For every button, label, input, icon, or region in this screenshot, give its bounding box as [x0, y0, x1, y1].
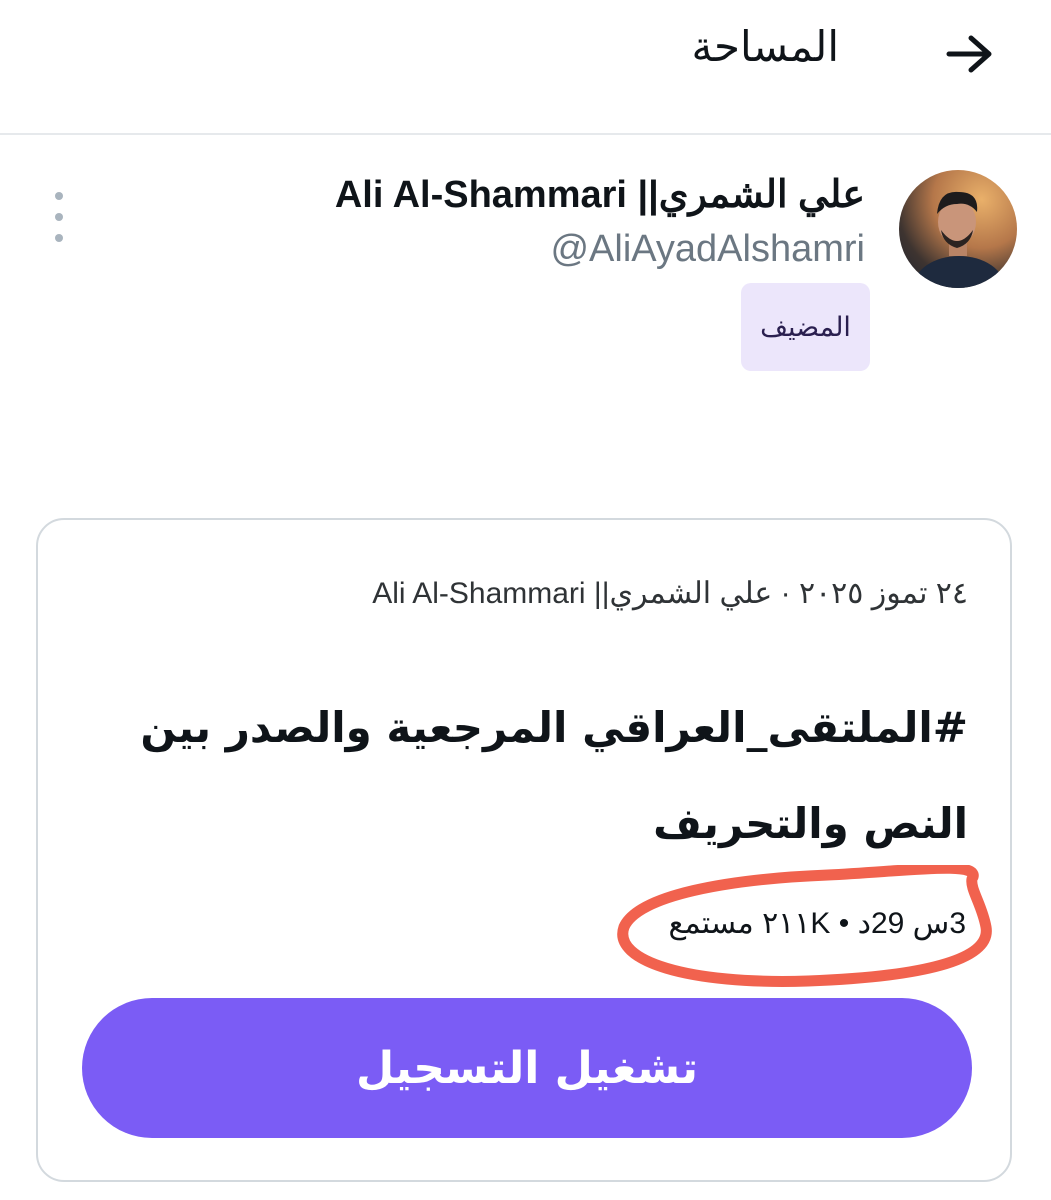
more-vertical-icon — [55, 192, 63, 200]
space-stats: 3س 29د • ٢١١K مستمع — [668, 907, 966, 940]
host-role-badge: المضيف — [741, 283, 870, 371]
arrow-right-icon — [946, 35, 992, 73]
space-page: المساحة علي الشمري|| Ali Al-Shammari @Al… — [0, 0, 1051, 1200]
back-button[interactable] — [940, 28, 1000, 80]
avatar[interactable] — [899, 170, 1017, 288]
space-card: ٢٤ تموز ٢٠٢٥ · علي الشمري|| Ali Al-Shamm… — [36, 518, 1012, 1182]
space-title: #الملتقى_العراقي المرجعية والصدر بين الن… — [140, 703, 968, 848]
top-bar: المساحة — [0, 0, 1051, 135]
page-title: المساحة — [691, 22, 840, 71]
more-options-button[interactable] — [46, 192, 72, 242]
play-recording-button[interactable]: تشغيل التسجيل — [82, 998, 972, 1138]
space-date-host: ٢٤ تموز ٢٠٢٥ · علي الشمري|| Ali Al-Shamm… — [372, 577, 968, 610]
user-photo-icon — [913, 191, 1005, 288]
host-name[interactable]: علي الشمري|| Ali Al-Shammari — [335, 172, 865, 217]
host-handle[interactable]: @AliAyadAlshamri — [550, 228, 865, 271]
